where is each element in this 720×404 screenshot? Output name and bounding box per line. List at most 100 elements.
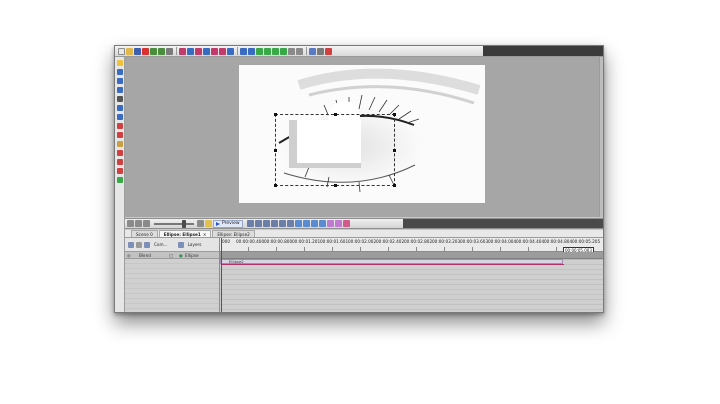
layers-label[interactable]: Layers <box>188 242 202 247</box>
zoom-fit-icon[interactable] <box>143 220 150 227</box>
zoom-slider[interactable] <box>154 219 194 228</box>
play-forward-icon[interactable] <box>270 220 278 227</box>
align-right-icon[interactable] <box>219 47 226 55</box>
timeline-copy-icon[interactable] <box>136 241 142 248</box>
preview-window-icon[interactable] <box>309 47 316 55</box>
zoom-out-icon[interactable] <box>135 220 142 227</box>
align-left-icon[interactable] <box>211 47 218 55</box>
composition-icon[interactable] <box>144 241 150 248</box>
open-icon[interactable] <box>126 47 133 55</box>
playhead-cursor[interactable] <box>221 238 222 312</box>
select-icon[interactable] <box>116 60 123 66</box>
loop-icon[interactable] <box>294 220 302 227</box>
save-icon[interactable] <box>134 47 141 55</box>
track-rows <box>220 260 603 312</box>
resize-handle[interactable] <box>274 184 277 187</box>
send-back-icon[interactable] <box>280 47 287 55</box>
tab-scene-0[interactable]: Scene 0 <box>131 230 158 237</box>
composition-label[interactable]: Com... <box>154 242 168 247</box>
copy-icon[interactable] <box>166 47 173 55</box>
group-icon[interactable] <box>240 47 247 55</box>
zoom-in-icon[interactable] <box>127 220 134 227</box>
vertical-scrollbar[interactable] <box>599 57 603 217</box>
ruler-label: 000 <box>222 239 230 244</box>
move-up-icon[interactable] <box>256 47 263 55</box>
new-icon[interactable] <box>118 47 125 55</box>
properties-icon[interactable] <box>317 47 324 55</box>
ruler-label: 00:00:01.601 <box>320 239 349 244</box>
resize-handle[interactable] <box>274 113 277 116</box>
ruler-label: 00:00:02.402 <box>376 239 405 244</box>
zoom-icon[interactable] <box>116 69 123 75</box>
node-icon[interactable] <box>116 168 123 174</box>
animation-clip[interactable]: Ellipse2 <box>220 259 564 265</box>
distribute-icon[interactable] <box>203 47 210 55</box>
prev-frame-icon[interactable] <box>254 220 262 227</box>
pen-icon[interactable] <box>116 78 123 84</box>
toolbar-empty-area <box>483 46 603 56</box>
ruler-label: 00:00:02.802 <box>404 239 433 244</box>
clip-duration-bar <box>221 264 564 265</box>
resize-handle[interactable] <box>274 149 277 152</box>
undo-icon[interactable] <box>150 47 157 55</box>
ruler-label: 00:00:00.400 <box>236 239 265 244</box>
go-start-icon[interactable] <box>246 220 254 227</box>
zoom-reset-icon[interactable] <box>197 220 204 227</box>
effect-icon[interactable] <box>116 177 123 183</box>
scene-canvas[interactable] <box>239 65 485 203</box>
resize-handle[interactable] <box>393 149 396 152</box>
resize-handle[interactable] <box>334 184 337 187</box>
paint-icon[interactable] <box>116 123 123 129</box>
ruler-label: 00:00:05.205 <box>572 239 601 244</box>
bring-front-icon[interactable] <box>272 47 279 55</box>
add-keyframe-icon[interactable] <box>310 220 318 227</box>
stage-area[interactable] <box>125 57 603 217</box>
visibility-icon[interactable]: ◎ <box>125 253 139 258</box>
align-center-icon[interactable] <box>227 47 234 55</box>
eyedropper-icon[interactable] <box>116 132 123 138</box>
next-frame-icon[interactable] <box>278 220 286 227</box>
tab-ellipse-2[interactable]: Ellipse: Ellipse2 <box>212 230 255 237</box>
object-row[interactable]: ◎ Blend ▢ ● Ellipse <box>125 252 219 259</box>
fill-icon[interactable] <box>116 141 123 147</box>
close-icon[interactable]: × <box>203 232 207 237</box>
tab-ellipse-1[interactable]: Ellipse: Ellipse1 × <box>158 230 212 237</box>
text-icon[interactable] <box>195 47 202 55</box>
timeline-track-panel[interactable]: 000 00:00:00.400 00:00:00.800 00:00:01.2… <box>220 238 603 312</box>
time-ruler[interactable]: 000 00:00:00.400 00:00:00.800 00:00:01.2… <box>220 238 603 254</box>
preview-button[interactable]: Preview <box>213 219 243 228</box>
text-icon[interactable] <box>116 96 123 102</box>
layers-icon[interactable] <box>177 241 184 248</box>
ungroup-icon[interactable] <box>248 47 255 55</box>
resize-handle[interactable] <box>334 113 337 116</box>
help-icon[interactable] <box>325 47 332 55</box>
hand-icon[interactable] <box>116 150 123 156</box>
shape-icon[interactable] <box>187 47 194 55</box>
go-end-icon[interactable] <box>286 220 294 227</box>
step-back-icon[interactable] <box>262 220 270 227</box>
shape-icon[interactable] <box>116 87 123 93</box>
keyframe-icon[interactable] <box>302 220 310 227</box>
link-icon[interactable] <box>296 47 303 55</box>
trim-icon[interactable] <box>342 220 350 227</box>
redo-icon[interactable] <box>158 47 165 55</box>
stage-color-icon[interactable] <box>205 220 212 227</box>
lock-icon[interactable] <box>288 47 295 55</box>
align-icon[interactable] <box>179 47 186 55</box>
move-down-icon[interactable] <box>264 47 271 55</box>
resize-handle[interactable] <box>393 113 396 116</box>
rect-icon[interactable] <box>116 105 123 111</box>
timeline-new-icon[interactable] <box>128 241 134 248</box>
object-name[interactable]: Ellipse <box>185 253 199 258</box>
split-icon[interactable] <box>334 220 342 227</box>
resize-handle[interactable] <box>393 184 396 187</box>
lock-toggle-icon[interactable]: ▢ <box>169 253 179 258</box>
toolbar-separator <box>237 47 238 55</box>
zoom-slider-knob[interactable] <box>182 219 186 228</box>
delete-keyframe-icon[interactable] <box>318 220 326 227</box>
selection-bounding-box[interactable] <box>274 113 396 187</box>
crop-icon[interactable] <box>116 159 123 165</box>
ellipse-icon[interactable] <box>116 114 123 120</box>
marker-icon[interactable] <box>326 220 334 227</box>
close-red-icon[interactable] <box>142 47 149 55</box>
